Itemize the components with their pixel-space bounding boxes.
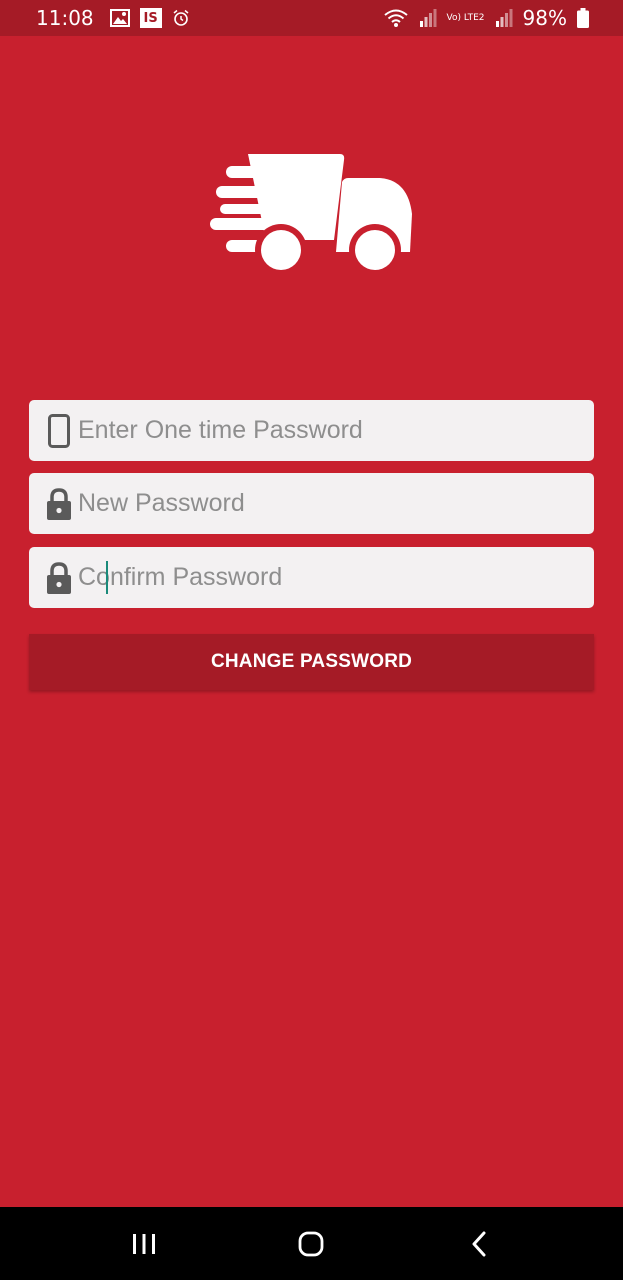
battery-icon (577, 8, 589, 28)
confirm-password-input[interactable] (78, 547, 594, 608)
new-password-input[interactable] (78, 473, 594, 534)
confirm-password-field[interactable] (29, 547, 594, 608)
signal-icon (495, 9, 513, 27)
lock-icon (45, 561, 73, 595)
navigation-bar (0, 1207, 623, 1280)
lte-label: Vo) LTE2 (446, 12, 485, 23)
battery-percent: 98% (522, 6, 567, 30)
delivery-truck-icon (208, 152, 414, 276)
alarm-icon (172, 9, 190, 27)
new-password-field[interactable] (29, 473, 594, 534)
text-caret (106, 561, 108, 594)
status-right: Vo) LTE2 98% (383, 6, 589, 30)
change-password-button[interactable]: CHANGE PASSWORD (29, 634, 594, 690)
wifi-icon (383, 8, 409, 28)
phone-icon (45, 413, 73, 448)
recent-apps-icon[interactable] (114, 1214, 174, 1274)
carrier-badge-icon: IS (139, 8, 162, 28)
status-time: 11:08 (36, 6, 94, 30)
status-left: 11:08 IS (36, 6, 190, 30)
lock-icon (45, 487, 73, 521)
status-bar: 11:08 IS Vo) LTE2 98% (0, 0, 623, 36)
home-icon[interactable] (281, 1214, 341, 1274)
otp-input[interactable] (78, 400, 594, 461)
otp-field[interactable] (29, 400, 594, 461)
back-icon[interactable] (449, 1214, 509, 1274)
signal-icon (419, 9, 437, 27)
gallery-icon (109, 9, 130, 27)
